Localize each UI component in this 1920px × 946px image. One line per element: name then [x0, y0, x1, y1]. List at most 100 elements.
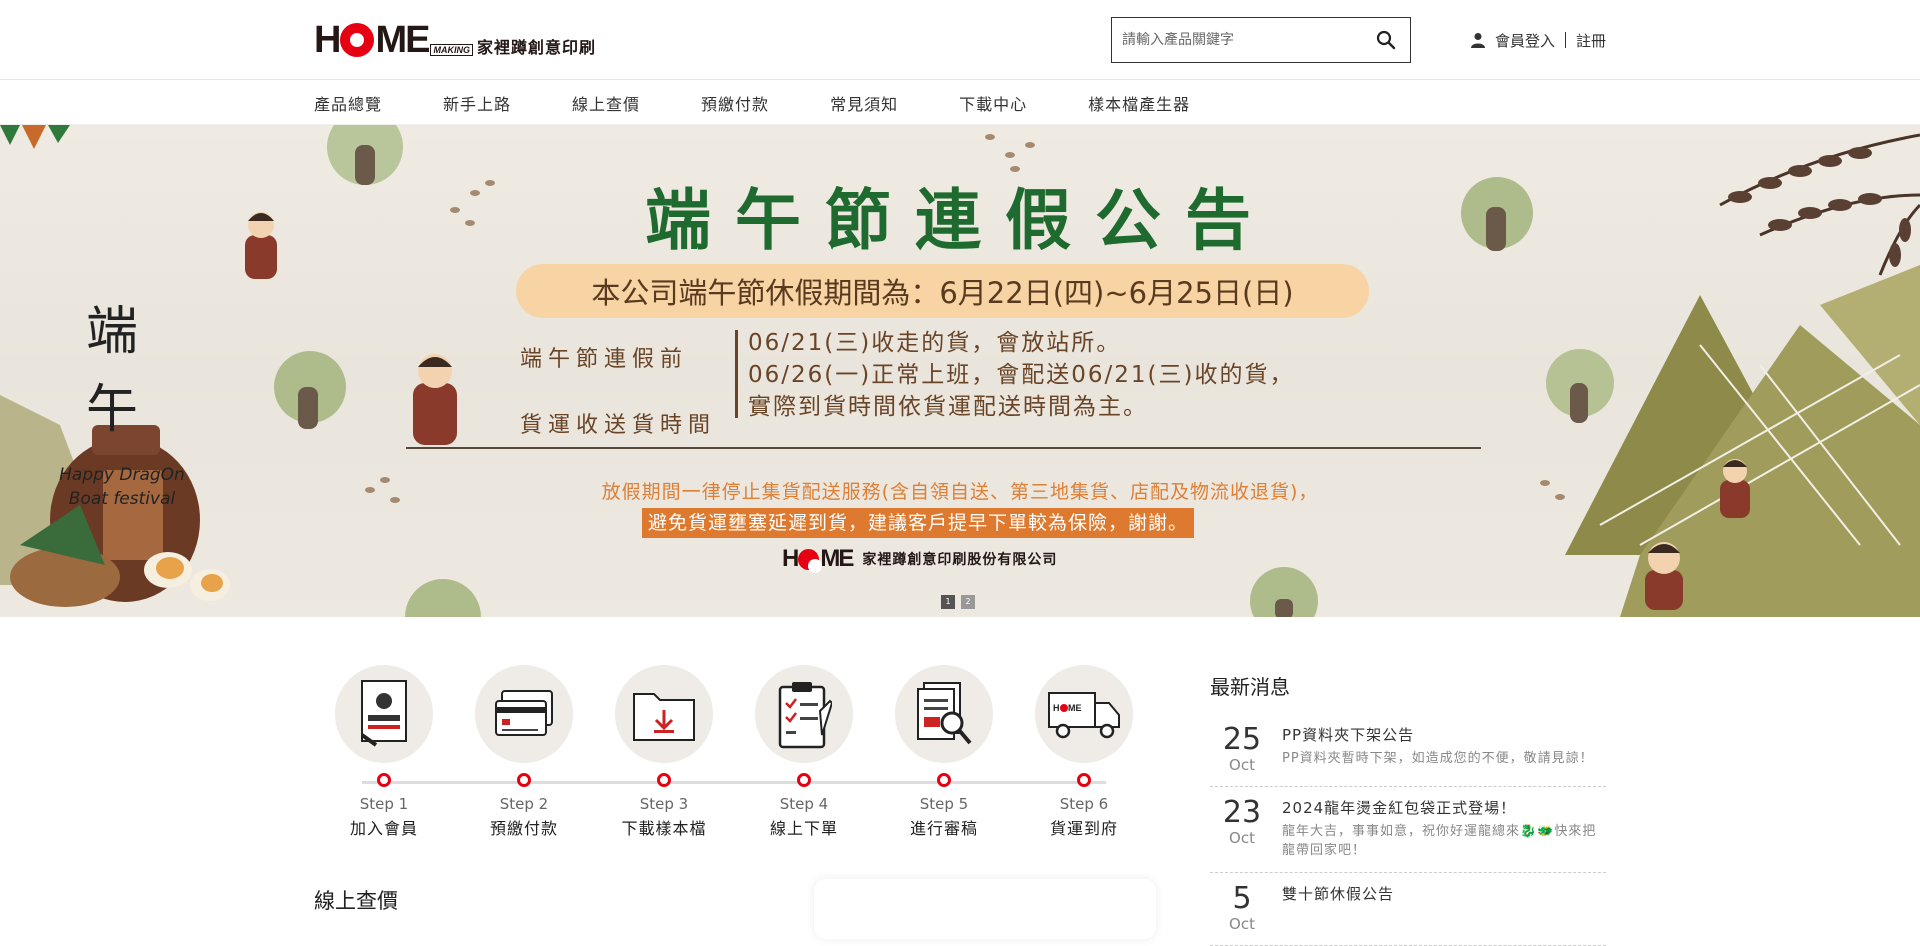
news-title[interactable]: 2024龍年燙金紅包袋正式登場！ [1282, 797, 1606, 818]
stop-service-notice: 放假期間一律停止集貨配送服務(含自領自送、第三地集貨、店配及物流收退貨)， [601, 481, 1319, 503]
step-number: Step 1 [359, 795, 409, 813]
search-box [1110, 17, 1411, 63]
member-card-icon [335, 665, 433, 763]
member-links: 會員登入 註冊 [1470, 30, 1606, 51]
shipping-label: 端午節連假前 貨運收送貨時間 [520, 327, 716, 459]
news-day: 5 [1232, 881, 1252, 916]
slide-dot-1[interactable]: 1 [941, 595, 955, 609]
shipping-label-line1: 端午節連假前 [520, 347, 689, 372]
step-number: Step 6 [1059, 795, 1109, 813]
step-marker [797, 773, 811, 787]
nav-item-prepay[interactable]: 預繳付款 [701, 91, 769, 115]
banner-company-logo: H ME 家裡蹲創意印刷股份有限公司 [782, 545, 1057, 573]
news-date: 25 Oct [1210, 722, 1274, 775]
credit-card-icon [475, 665, 573, 763]
step-2[interactable]: Step 2 預繳付款 [454, 665, 594, 839]
step-name: 下載樣本檔 [621, 819, 707, 838]
news-desc: PP資料夾暫時下架，如造成您的不便，敬請見諒！ [1282, 751, 1594, 766]
user-icon [1470, 33, 1485, 48]
news-item[interactable]: 25 Oct PP資料夾下架公告 PP資料夾暫時下架，如造成您的不便，敬請見諒！ [1210, 714, 1606, 787]
side-title: 端午 [86, 302, 139, 440]
step-marker [937, 773, 951, 787]
search-button[interactable] [1362, 18, 1410, 62]
company-name: 家裡蹲創意印刷股份有限公司 [862, 552, 1058, 568]
news-day: 25 [1222, 722, 1262, 757]
search-icon [1376, 30, 1396, 50]
banner-title: 端午節連假公告 [645, 181, 1275, 259]
main-content: Step 1 加入會員 Step 2 預繳付款 Step 3 下載樣本檔 Ste… [0, 617, 1920, 946]
step-name: 線上下單 [769, 819, 838, 838]
steps-row: Step 1 加入會員 Step 2 預繳付款 Step 3 下載樣本檔 Ste… [314, 665, 1154, 839]
news-section: 最新消息 25 Oct PP資料夾下架公告 PP資料夾暫時下架，如造成您的不便，… [1210, 617, 1606, 946]
nav-item-beginner[interactable]: 新手上路 [443, 91, 511, 115]
step-name: 預繳付款 [489, 819, 558, 838]
step-name: 進行審稿 [909, 819, 978, 838]
step-name: 貨運到府 [1049, 819, 1118, 838]
news-month: Oct [1229, 756, 1255, 774]
step-number: Step 4 [779, 795, 829, 813]
login-link[interactable]: 會員登入 [1495, 30, 1555, 51]
document-review-icon [895, 665, 993, 763]
svg-text:H: H [1053, 703, 1060, 713]
main-nav: 產品總覽 新手上路 線上查價 預繳付款 常見須知 下載中心 樣本檔產生器 [0, 80, 1920, 125]
steps-line [362, 781, 1106, 784]
news-item[interactable]: 23 Oct 2024龍年燙金紅包袋正式登場！ 龍年大吉，事事如意，祝你好運龍總… [1210, 787, 1606, 873]
horizontal-rule [406, 447, 1481, 449]
shipping-detail-line1: 06/21(三)收走的貨，會放站所。 [748, 330, 1122, 356]
news-body: 雙十節休假公告 [1274, 883, 1606, 933]
download-folder-icon [615, 665, 713, 763]
news-body: PP資料夾下架公告 PP資料夾暫時下架，如造成您的不便，敬請見諒！ [1274, 724, 1606, 774]
nav-item-products[interactable]: 產品總覽 [314, 91, 382, 115]
nav-item-sample-generator[interactable]: 樣本檔產生器 [1088, 91, 1190, 115]
step-marker [1077, 773, 1091, 787]
shipping-label-line2: 貨運收送貨時間 [520, 413, 717, 438]
nav-item-faq[interactable]: 常見須知 [830, 91, 898, 115]
search-input[interactable] [1111, 18, 1362, 62]
step-name: 加入會員 [349, 819, 418, 838]
svg-text:ME: ME [1068, 703, 1082, 713]
step-5[interactable]: Step 5 進行審稿 [874, 665, 1014, 839]
step-marker [657, 773, 671, 787]
site-logo[interactable]: H ME MAKING 家裡蹲創意印刷 [314, 18, 596, 62]
nav-item-download[interactable]: 下載中心 [959, 91, 1027, 115]
logo-mark: H ME [782, 545, 854, 573]
news-item[interactable]: 5 Oct 雙十節休假公告 [1210, 873, 1606, 946]
step-number: Step 5 [919, 795, 969, 813]
news-month: Oct [1229, 829, 1255, 847]
logo-mark: H ME MAKING [314, 19, 473, 62]
logo-text: 家裡蹲創意印刷 [476, 38, 596, 57]
step-marker [517, 773, 531, 787]
slider-dots: 1 2 [941, 595, 975, 609]
slide-dot-2[interactable]: 2 [961, 595, 975, 609]
step-1[interactable]: Step 1 加入會員 [314, 665, 454, 839]
clipboard-order-icon [755, 665, 853, 763]
step-number: Step 3 [639, 795, 689, 813]
news-date: 5 Oct [1210, 881, 1274, 934]
step-3[interactable]: Step 3 下載樣本檔 [594, 665, 734, 839]
price-check-panel [814, 879, 1156, 939]
holiday-period-pill: 本公司端午節休假期間為：6月22日(四)~6月25日(日) [516, 264, 1369, 318]
step-number: Step 2 [499, 795, 549, 813]
news-title[interactable]: 雙十節休假公告 [1282, 883, 1606, 904]
step-6[interactable]: H ME Step 6 貨運到府 [1014, 665, 1154, 839]
hero-banner[interactable]: 端午 Happy DragOn Boat festival 端午節連假公告 本公… [0, 125, 1920, 617]
shipping-details: 06/21(三)收走的貨，會放站所。 06/26(一)正常上班，會配送06/21… [748, 327, 1294, 423]
news-day: 23 [1222, 795, 1262, 830]
step-4[interactable]: Step 4 線上下單 [734, 665, 874, 839]
shipping-detail-line2: 06/26(一)正常上班，會配送06/21(三)收的貨， [748, 362, 1295, 388]
news-month: Oct [1229, 915, 1255, 933]
news-heading: 最新消息 [1210, 675, 1290, 699]
news-body: 2024龍年燙金紅包袋正式登場！ 龍年大吉，事事如意，祝你好運龍總來🐉🐲快來把龍… [1274, 797, 1606, 860]
news-date: 23 Oct [1210, 797, 1274, 860]
news-desc: 龍年大吉，事事如意，祝你好運龍總來🐉🐲快來把龍帶回家吧！ [1282, 824, 1597, 858]
top-header: HMEMAKING 家裡蹲創意印刷 會員登入 註冊 [0, 0, 1920, 80]
nav-item-price-check[interactable]: 線上查價 [572, 91, 640, 115]
step-marker [377, 773, 391, 787]
early-order-notice: 避免貨運壅塞延遲到貨，建議客戶提早下單較為保險，謝謝。 [642, 508, 1195, 538]
news-title[interactable]: PP資料夾下架公告 [1282, 724, 1606, 745]
divider [735, 330, 738, 418]
delivery-truck-icon: H ME [1035, 665, 1133, 763]
shipping-detail-line3: 實際到貨時間依貨運配送時間為主。 [748, 394, 1148, 420]
register-link[interactable]: 註冊 [1576, 30, 1606, 51]
steps-section: Step 1 加入會員 Step 2 預繳付款 Step 3 下載樣本檔 Ste… [314, 617, 1154, 946]
